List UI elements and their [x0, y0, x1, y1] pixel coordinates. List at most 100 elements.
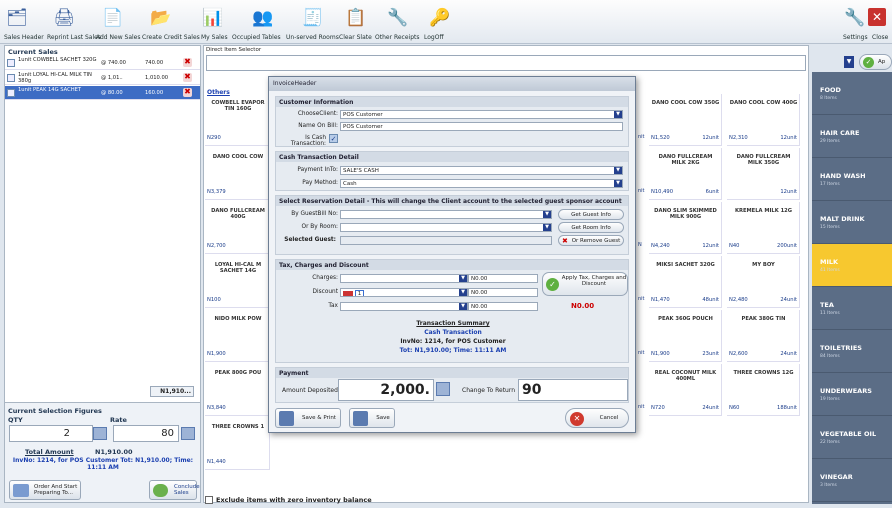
- category-item[interactable]: TOILETRIES 84 Items: [812, 330, 892, 373]
- sales-header-icon[interactable]: 🗂: [4, 6, 30, 30]
- item-card[interactable]: LOYAL HI-CAL M SACHET 14G N100: [205, 256, 270, 308]
- payment-into-select[interactable]: SALE'S CASH: [340, 166, 623, 175]
- sale-line[interactable]: 1unit PEAK 14G SACHET @ 80.00 160.00 ✖: [5, 86, 200, 100]
- category-item[interactable]: UNDERWEARS 19 Items: [812, 373, 892, 416]
- toolbar-label-6[interactable]: Un-served Rooms: [286, 34, 339, 41]
- close-label[interactable]: Close: [872, 34, 888, 41]
- toolbar-label-5[interactable]: Occupied Tables: [232, 34, 281, 41]
- toolbar-label-1[interactable]: Reprint Last Sales: [47, 34, 101, 41]
- item-card[interactable]: THREE CROWNS 12G N60 188unit: [727, 364, 800, 416]
- choose-client-dropdown[interactable]: ▼: [614, 111, 622, 118]
- item-checkbox[interactable]: [7, 59, 15, 67]
- remove-line-icon[interactable]: ✖: [183, 73, 192, 82]
- remove-line-icon[interactable]: ✖: [183, 88, 192, 97]
- sale-line[interactable]: 1unit LOYAL HI-CAL MILK TIN 380g @ 1,01..…: [5, 71, 200, 85]
- cancel-button[interactable]: ✕ Cancel: [565, 408, 629, 428]
- receipts-icon[interactable]: 🔧: [385, 6, 411, 30]
- item-card[interactable]: DANO COOL COW N3,379: [205, 148, 270, 200]
- toolbar-label-7[interactable]: Clear Slate: [339, 34, 372, 41]
- room-dropdown[interactable]: ▼: [543, 224, 551, 231]
- tax-dropdown[interactable]: ▼: [459, 303, 467, 310]
- name-on-bill-input[interactable]: POS Customer: [340, 122, 623, 131]
- pay-method-select[interactable]: Cash: [340, 179, 623, 188]
- category-item[interactable]: FOOD 8 Items: [812, 72, 892, 115]
- item-card[interactable]: PEAK 800G POU N3,840: [205, 364, 270, 416]
- toolbar-label-0[interactable]: Sales Header: [4, 34, 44, 41]
- rate-field[interactable]: 80: [113, 425, 179, 442]
- pay-method-dropdown[interactable]: ▼: [614, 180, 622, 187]
- qty-calendar-icon[interactable]: [93, 427, 107, 440]
- toolbar-label-3[interactable]: Create Credit Sales: [142, 34, 200, 41]
- item-card[interactable]: PEAK 360G POUCH N1,900 23unit: [649, 310, 722, 362]
- amount-calendar-icon[interactable]: [436, 382, 450, 396]
- guest-bill-select[interactable]: [340, 210, 552, 219]
- clear-slate-icon[interactable]: 📋: [343, 6, 369, 30]
- discount-dropdown[interactable]: ▼: [459, 289, 467, 296]
- category-item[interactable]: VINEGAR 3 Items: [812, 459, 892, 502]
- payment-into-dropdown[interactable]: ▼: [614, 167, 622, 174]
- order-button[interactable]: Order And Start Preparing To...: [9, 480, 81, 500]
- category-item[interactable]: HAIR CARE 29 Items: [812, 115, 892, 158]
- item-card[interactable]: COWBELL EVAPOR TIN 160G N290: [205, 94, 270, 146]
- item-card[interactable]: REAL COCONUT MILK 400ML N720 24unit: [649, 364, 722, 416]
- remove-guest-button[interactable]: ✖ Or Remove Guest: [558, 235, 624, 246]
- my-sales-icon[interactable]: 📊: [200, 6, 226, 30]
- get-guest-info-button[interactable]: Get Guest Info: [558, 209, 624, 220]
- printer-icon[interactable]: 🖨: [51, 6, 77, 30]
- charges-select[interactable]: [340, 274, 468, 283]
- qty-field[interactable]: 2: [9, 425, 93, 442]
- get-room-info-button[interactable]: Get Room Info: [558, 222, 624, 233]
- new-document-icon[interactable]: 📄: [100, 6, 126, 30]
- close-icon[interactable]: ✕: [868, 8, 886, 26]
- category-item[interactable]: VEGETABLE OIL 22 Items: [812, 416, 892, 459]
- item-name: THREE CROWNS 1: [211, 424, 265, 430]
- remove-line-icon[interactable]: ✖: [183, 58, 192, 67]
- charges-dropdown[interactable]: ▼: [459, 275, 467, 282]
- toolbar-label-9[interactable]: LogOff: [424, 34, 444, 41]
- rate-calendar-icon[interactable]: [181, 427, 195, 440]
- toolbar-label-8[interactable]: Other Receipts: [375, 34, 419, 41]
- item-card[interactable]: DANO FULLCREAM MILK 2KG N10,490 6unit: [649, 148, 722, 200]
- save-button[interactable]: Save: [349, 408, 395, 428]
- item-checkbox[interactable]: [7, 89, 15, 97]
- save-print-button[interactable]: Save & Print: [275, 408, 341, 428]
- apply-button[interactable]: ✓ Ap: [859, 54, 892, 70]
- category-item[interactable]: HAND WASH 17 Items: [812, 158, 892, 201]
- category-item[interactable]: TEA 11 Items: [812, 287, 892, 330]
- apply-tax-button[interactable]: ✓ Apply Tax, Charges and Discount: [542, 272, 628, 296]
- item-checkbox[interactable]: [7, 74, 15, 82]
- credit-sales-icon[interactable]: 📂: [148, 6, 174, 30]
- exclude-checkbox[interactable]: [205, 496, 213, 504]
- item-card[interactable]: PEAK 380G TIN N2,600 24unit: [727, 310, 800, 362]
- people-icon[interactable]: 👥: [250, 6, 276, 30]
- item-card[interactable]: DANO COOL COW 350G N1,520 12unit: [649, 94, 722, 146]
- toolbar-label-2[interactable]: Add New Sales: [96, 34, 141, 41]
- item-card[interactable]: DANO FULLCREAM MILK 350G 12unit: [727, 148, 800, 200]
- item-card[interactable]: THREE CROWNS 1 N1,440: [205, 418, 270, 470]
- item-card[interactable]: DANO COOL COW 400G N2,310 12unit: [727, 94, 800, 146]
- conclude-button[interactable]: Conclude Sales: [149, 480, 200, 500]
- logoff-icon[interactable]: 🔑: [427, 6, 453, 30]
- item-card[interactable]: DANO FULLCREAM 400G N2,700: [205, 202, 270, 254]
- room-icon[interactable]: 🧾: [300, 6, 326, 30]
- selector-dropdown[interactable]: ▼: [844, 56, 854, 68]
- tax-select[interactable]: [340, 302, 468, 311]
- item-card[interactable]: MY BOY N2,480 24unit: [727, 256, 800, 308]
- category-item[interactable]: MILK 41 Items: [812, 244, 892, 287]
- room-select[interactable]: [340, 223, 552, 232]
- amount-deposited-input[interactable]: 2,000.: [338, 379, 434, 401]
- toolbar-label-4[interactable]: My Sales: [201, 34, 228, 41]
- discount-select[interactable]: 1: [340, 288, 468, 297]
- direct-item-selector-input[interactable]: [206, 55, 806, 71]
- cash-transaction-checkbox[interactable]: ✓: [329, 134, 338, 143]
- settings-icon[interactable]: 🔧: [842, 6, 868, 30]
- choose-client-select[interactable]: POS Customer: [340, 110, 623, 119]
- item-card[interactable]: KREMELA MILK 12G N40 200unit: [727, 202, 800, 254]
- item-card[interactable]: MIKSI SACHET 320G N1,470 48unit: [649, 256, 722, 308]
- item-card[interactable]: NIDO MILK POW N1,900: [205, 310, 270, 362]
- settings-label[interactable]: Settings: [843, 34, 868, 41]
- guest-bill-dropdown[interactable]: ▼: [543, 211, 551, 218]
- item-card[interactable]: DANO SLIM SKIMMED MILK 900G N4,240 12unit: [649, 202, 722, 254]
- category-item[interactable]: MALT DRINK 15 Items: [812, 201, 892, 244]
- sale-line[interactable]: 1unit COWBELL SACHET 320G @ 740.00 740.00 ✖: [5, 56, 200, 70]
